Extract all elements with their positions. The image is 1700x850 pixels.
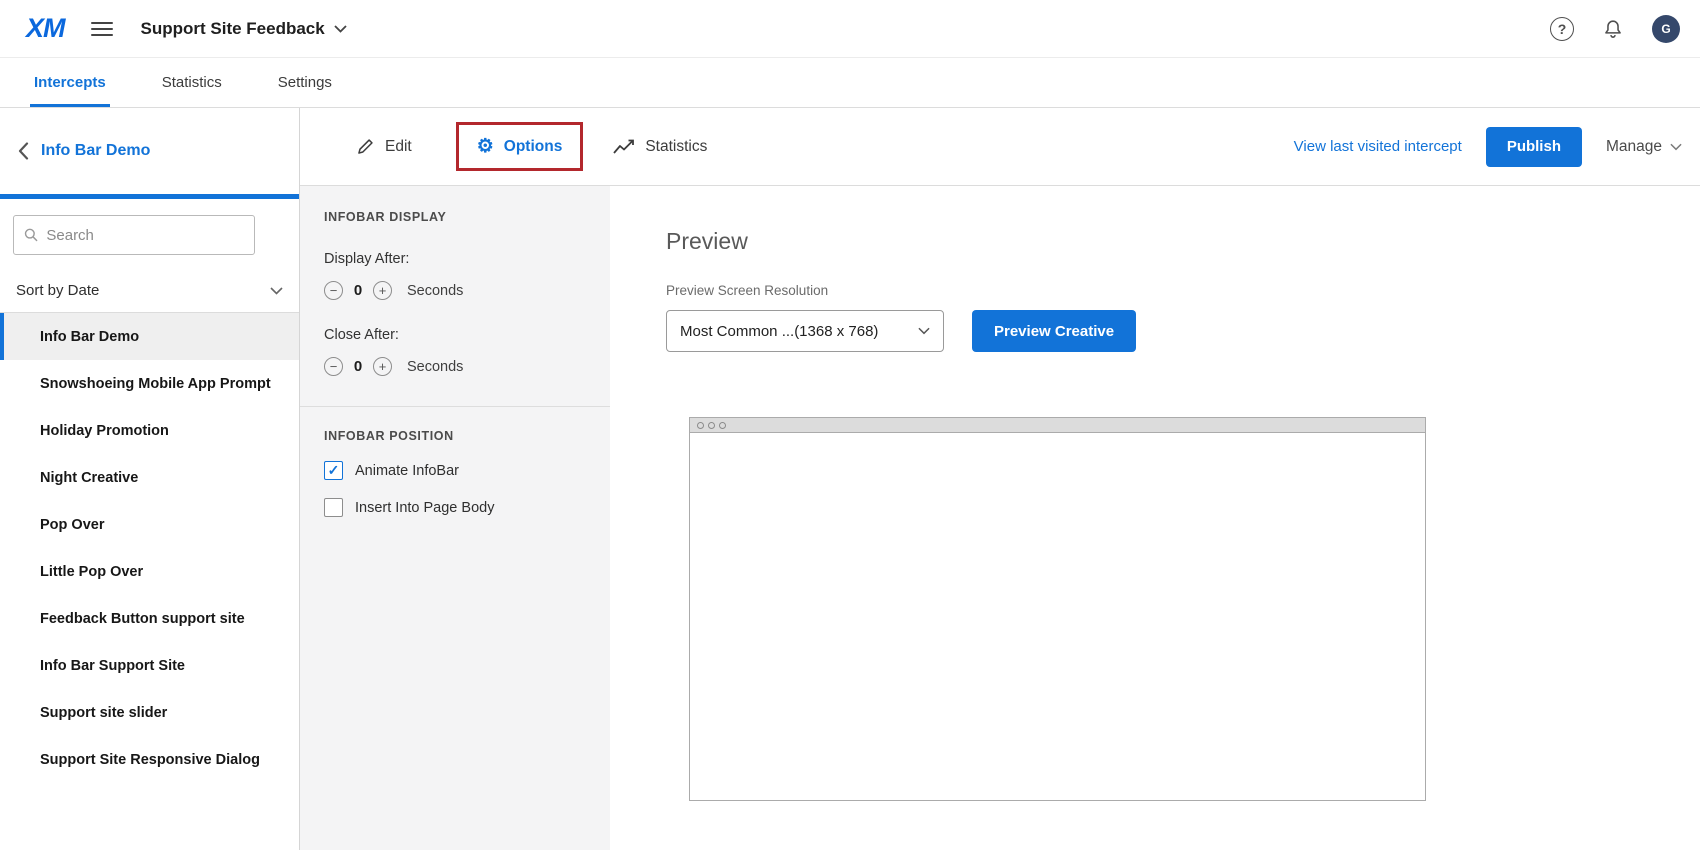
increment-button[interactable]: +: [373, 357, 392, 376]
topbar-actions: ? G: [1550, 15, 1680, 43]
chevron-down-icon: [270, 287, 283, 295]
xm-logo[interactable]: XM: [26, 13, 65, 44]
view-last-visited-link[interactable]: View last visited intercept: [1294, 138, 1462, 155]
manage-menu[interactable]: Manage: [1606, 138, 1682, 156]
window-dot-icon: [697, 422, 704, 429]
project-switcher[interactable]: Support Site Feedback: [141, 19, 347, 39]
seconds-label: Seconds: [407, 283, 463, 299]
insert-page-body-checkbox[interactable]: ✓: [324, 498, 343, 517]
browser-preview-frame: [689, 417, 1426, 801]
decrement-button[interactable]: −: [324, 357, 343, 376]
sort-label: Sort by Date: [16, 282, 99, 299]
chevron-left-icon: [18, 142, 29, 160]
back-nav[interactable]: Info Bar Demo: [0, 108, 299, 194]
browser-preview-body: [690, 433, 1425, 800]
decrement-button[interactable]: −: [324, 281, 343, 300]
list-item-responsive-dialog[interactable]: Support Site Responsive Dialog: [0, 736, 299, 783]
resolution-label: Preview Screen Resolution: [666, 283, 1700, 298]
animate-infobar-checkbox[interactable]: ✓: [324, 461, 343, 480]
list-item-snowshoeing[interactable]: Snowshoeing Mobile App Prompt: [0, 360, 299, 407]
options-button[interactable]: ⚙ Options: [477, 137, 563, 156]
panel-divider: [300, 406, 610, 407]
insert-page-body-label: Insert Into Page Body: [355, 500, 494, 516]
red-annotation-box: ⚙ Options: [456, 122, 584, 171]
sidebar-accent-bar: [0, 194, 299, 199]
gear-icon: ⚙: [477, 137, 494, 156]
options-panel: INFOBAR DISPLAY Display After: − 0 + Sec…: [300, 186, 610, 850]
project-title: Support Site Feedback: [141, 19, 325, 39]
hamburger-menu-icon[interactable]: [91, 22, 113, 36]
search-box: [13, 215, 255, 255]
tab-intercepts[interactable]: Intercepts: [34, 58, 106, 107]
resolution-value: Most Common ...(1368 x 768): [680, 323, 878, 340]
chevron-down-icon: [918, 327, 930, 335]
search-input[interactable]: [46, 227, 244, 244]
pencil-icon: [356, 137, 375, 156]
sidebar: Info Bar Demo Sort by Date Info Bar Demo…: [0, 108, 300, 850]
seconds-label: Seconds: [407, 359, 463, 375]
intercept-list: Info Bar Demo Snowshoeing Mobile App Pro…: [0, 313, 299, 783]
topbar: XM Support Site Feedback ? G: [0, 0, 1700, 58]
avatar[interactable]: G: [1652, 15, 1680, 43]
main-tabs: Intercepts Statistics Settings: [0, 58, 1700, 108]
window-dot-icon: [719, 422, 726, 429]
close-after-value: 0: [352, 358, 364, 375]
edit-button[interactable]: Edit: [356, 137, 412, 156]
close-after-stepper: − 0 + Seconds: [324, 357, 590, 376]
list-item-holiday-promotion[interactable]: Holiday Promotion: [0, 407, 299, 454]
lower-row: INFOBAR DISPLAY Display After: − 0 + Sec…: [300, 186, 1700, 850]
increment-button[interactable]: +: [373, 281, 392, 300]
window-dot-icon: [708, 422, 715, 429]
list-item-info-bar-demo[interactable]: Info Bar Demo: [0, 313, 299, 360]
sort-dropdown[interactable]: Sort by Date: [0, 269, 299, 313]
toolbar-actions: View last visited intercept Publish Mana…: [1294, 127, 1682, 167]
display-after-stepper: − 0 + Seconds: [324, 281, 590, 300]
tab-settings[interactable]: Settings: [278, 58, 332, 107]
help-icon[interactable]: ?: [1550, 17, 1574, 41]
preview-controls: Most Common ...(1368 x 768) Preview Crea…: [666, 310, 1700, 352]
infobar-display-section-title: INFOBAR DISPLAY: [324, 210, 590, 224]
list-item-night-creative[interactable]: Night Creative: [0, 454, 299, 501]
options-label: Options: [504, 138, 563, 156]
preview-creative-button[interactable]: Preview Creative: [972, 310, 1136, 352]
browser-chrome-bar: [690, 418, 1425, 433]
intercept-toolbar: Edit ⚙ Options Statistics View last visi…: [300, 108, 1700, 186]
list-item-little-pop-over[interactable]: Little Pop Over: [0, 548, 299, 595]
list-item-feedback-button[interactable]: Feedback Button support site: [0, 595, 299, 642]
preview-heading: Preview: [666, 228, 1700, 255]
publish-button[interactable]: Publish: [1486, 127, 1582, 167]
list-item-info-bar-support[interactable]: Info Bar Support Site: [0, 642, 299, 689]
statistics-label: Statistics: [645, 138, 707, 156]
back-nav-label: Info Bar Demo: [41, 142, 150, 160]
edit-label: Edit: [385, 138, 412, 156]
tab-statistics[interactable]: Statistics: [162, 58, 222, 107]
line-chart-icon: [613, 139, 635, 155]
content-row: Info Bar Demo Sort by Date Info Bar Demo…: [0, 108, 1700, 850]
insert-page-body-option[interactable]: ✓ Insert Into Page Body: [324, 498, 590, 517]
right-area: Edit ⚙ Options Statistics View last visi…: [300, 108, 1700, 850]
resolution-select[interactable]: Most Common ...(1368 x 768): [666, 310, 944, 352]
preview-area: Preview Preview Screen Resolution Most C…: [610, 186, 1700, 850]
search-icon: [24, 227, 38, 243]
close-after-label: Close After:: [324, 327, 590, 343]
manage-label: Manage: [1606, 138, 1662, 156]
chevron-down-icon: [1670, 143, 1682, 151]
display-after-label: Display After:: [324, 251, 590, 267]
chevron-down-icon: [334, 25, 347, 33]
animate-infobar-option[interactable]: ✓ Animate InfoBar: [324, 461, 590, 480]
statistics-button[interactable]: Statistics: [613, 138, 707, 156]
display-after-value: 0: [352, 282, 364, 299]
animate-infobar-label: Animate InfoBar: [355, 463, 459, 479]
list-item-support-site-slider[interactable]: Support site slider: [0, 689, 299, 736]
list-item-pop-over[interactable]: Pop Over: [0, 501, 299, 548]
app: XM Support Site Feedback ? G Intercepts …: [0, 0, 1700, 850]
notifications-bell-icon[interactable]: [1602, 18, 1624, 40]
infobar-position-section-title: INFOBAR POSITION: [324, 429, 590, 443]
